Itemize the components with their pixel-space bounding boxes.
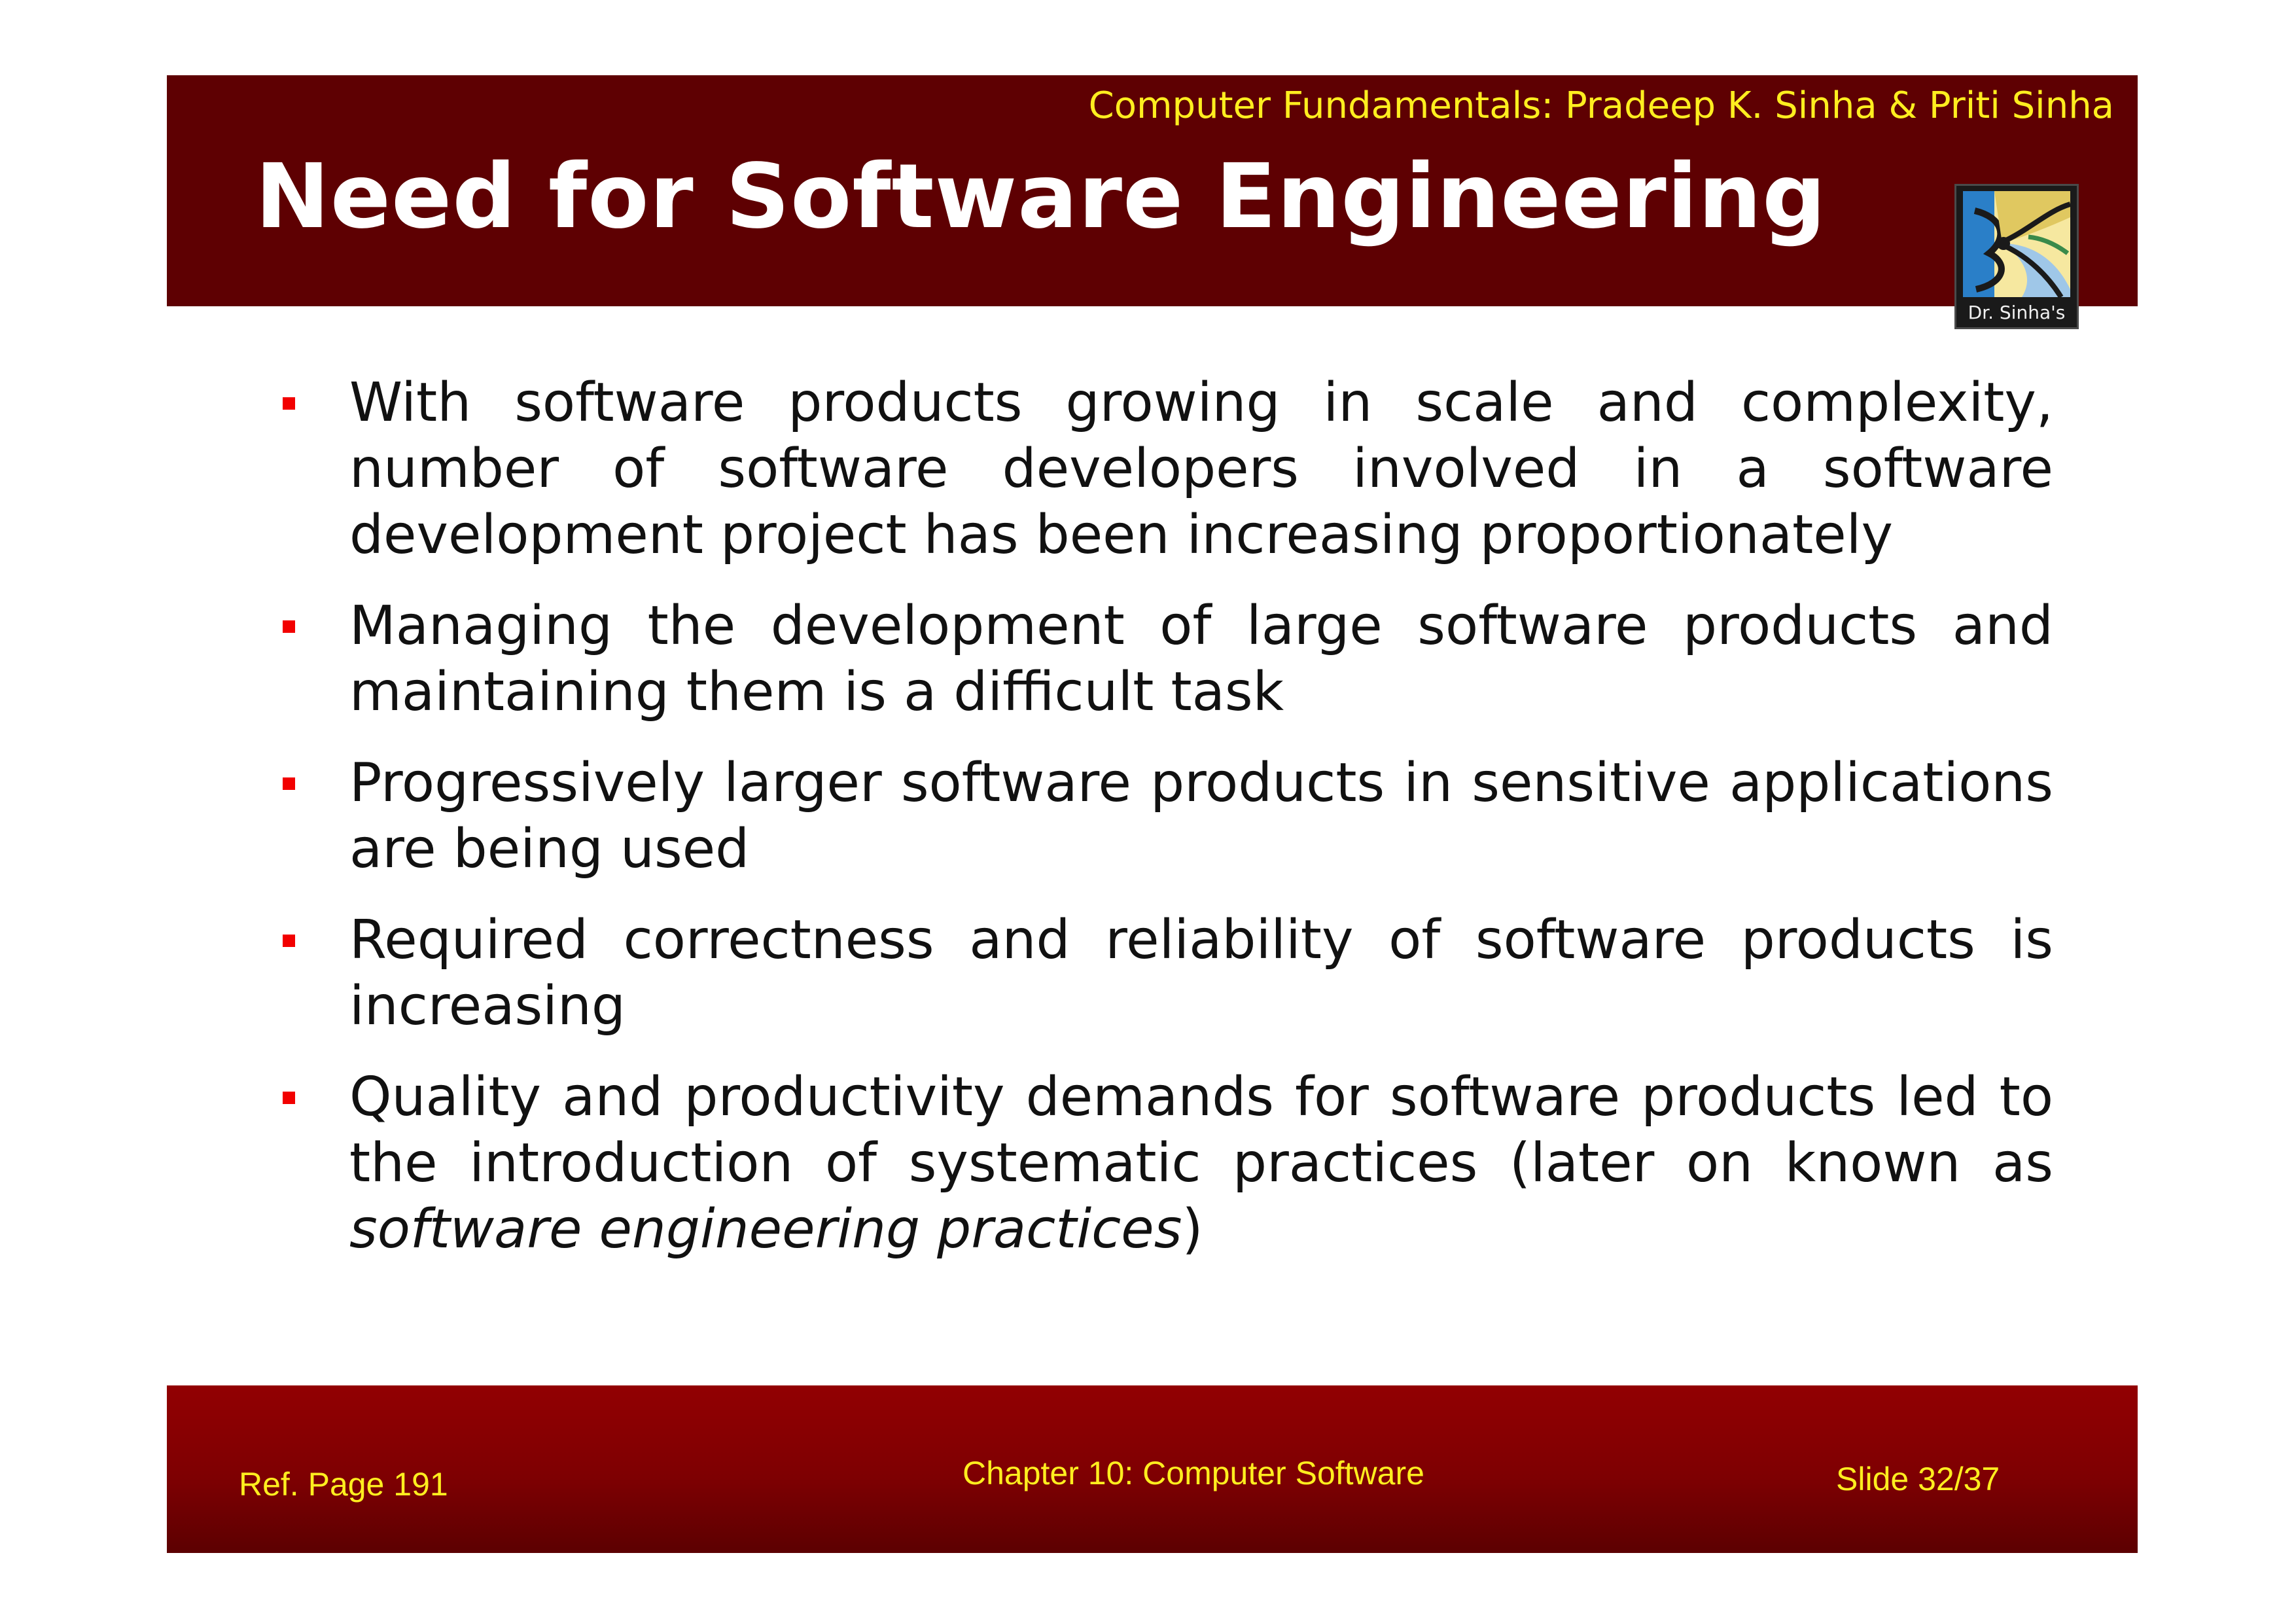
slide-header: Computer Fundamentals: Pradeep K. Sinha … [167, 75, 2138, 306]
slide-footer: Ref. Page 191 Chapter 10: Computer Softw… [167, 1385, 2138, 1553]
chapter-label: Chapter 10: Computer Software [963, 1455, 1424, 1491]
square-bullet-icon [283, 1092, 295, 1104]
bullet-text: Progressively larger software products i… [349, 752, 2053, 880]
bullet-text: Required correctness and reliability of … [349, 909, 2053, 1037]
dr-sinhas-logo: Dr. Sinha's [1954, 184, 2079, 329]
bullet-text-end: ) [1182, 1198, 1203, 1260]
square-bullet-icon [283, 935, 295, 947]
bullet-item: With software products growing in scale … [281, 370, 2053, 568]
logo-caption: Dr. Sinha's [1968, 302, 2066, 323]
square-bullet-icon [283, 620, 295, 633]
square-bullet-icon [283, 397, 295, 410]
square-bullet-icon [283, 777, 295, 790]
bullet-italic-term: software engineering practices [349, 1198, 1182, 1260]
ref-page-label: Ref. Page 191 [239, 1466, 448, 1503]
slide-title: Need for Software Engineering [255, 145, 1827, 249]
slide-number: Slide 32/37 [1836, 1461, 2000, 1497]
bullet-item: Progressively larger software products i… [281, 750, 2053, 882]
book-title: Computer Fundamentals: Pradeep K. Sinha … [1088, 84, 2114, 127]
bullet-item: Required correctness and reliability of … [281, 907, 2053, 1039]
bullet-item: Managing the development of large softwa… [281, 593, 2053, 725]
bullet-text: Managing the development of large softwa… [349, 595, 2053, 723]
logo-emblem-icon [1963, 191, 2070, 297]
bullet-text: With software products growing in scale … [349, 372, 2053, 566]
bullet-item: Quality and productivity demands for sof… [281, 1064, 2053, 1262]
bullet-list: With software products growing in scale … [281, 370, 2053, 1287]
bullet-text: Quality and productivity demands for sof… [349, 1066, 2053, 1194]
